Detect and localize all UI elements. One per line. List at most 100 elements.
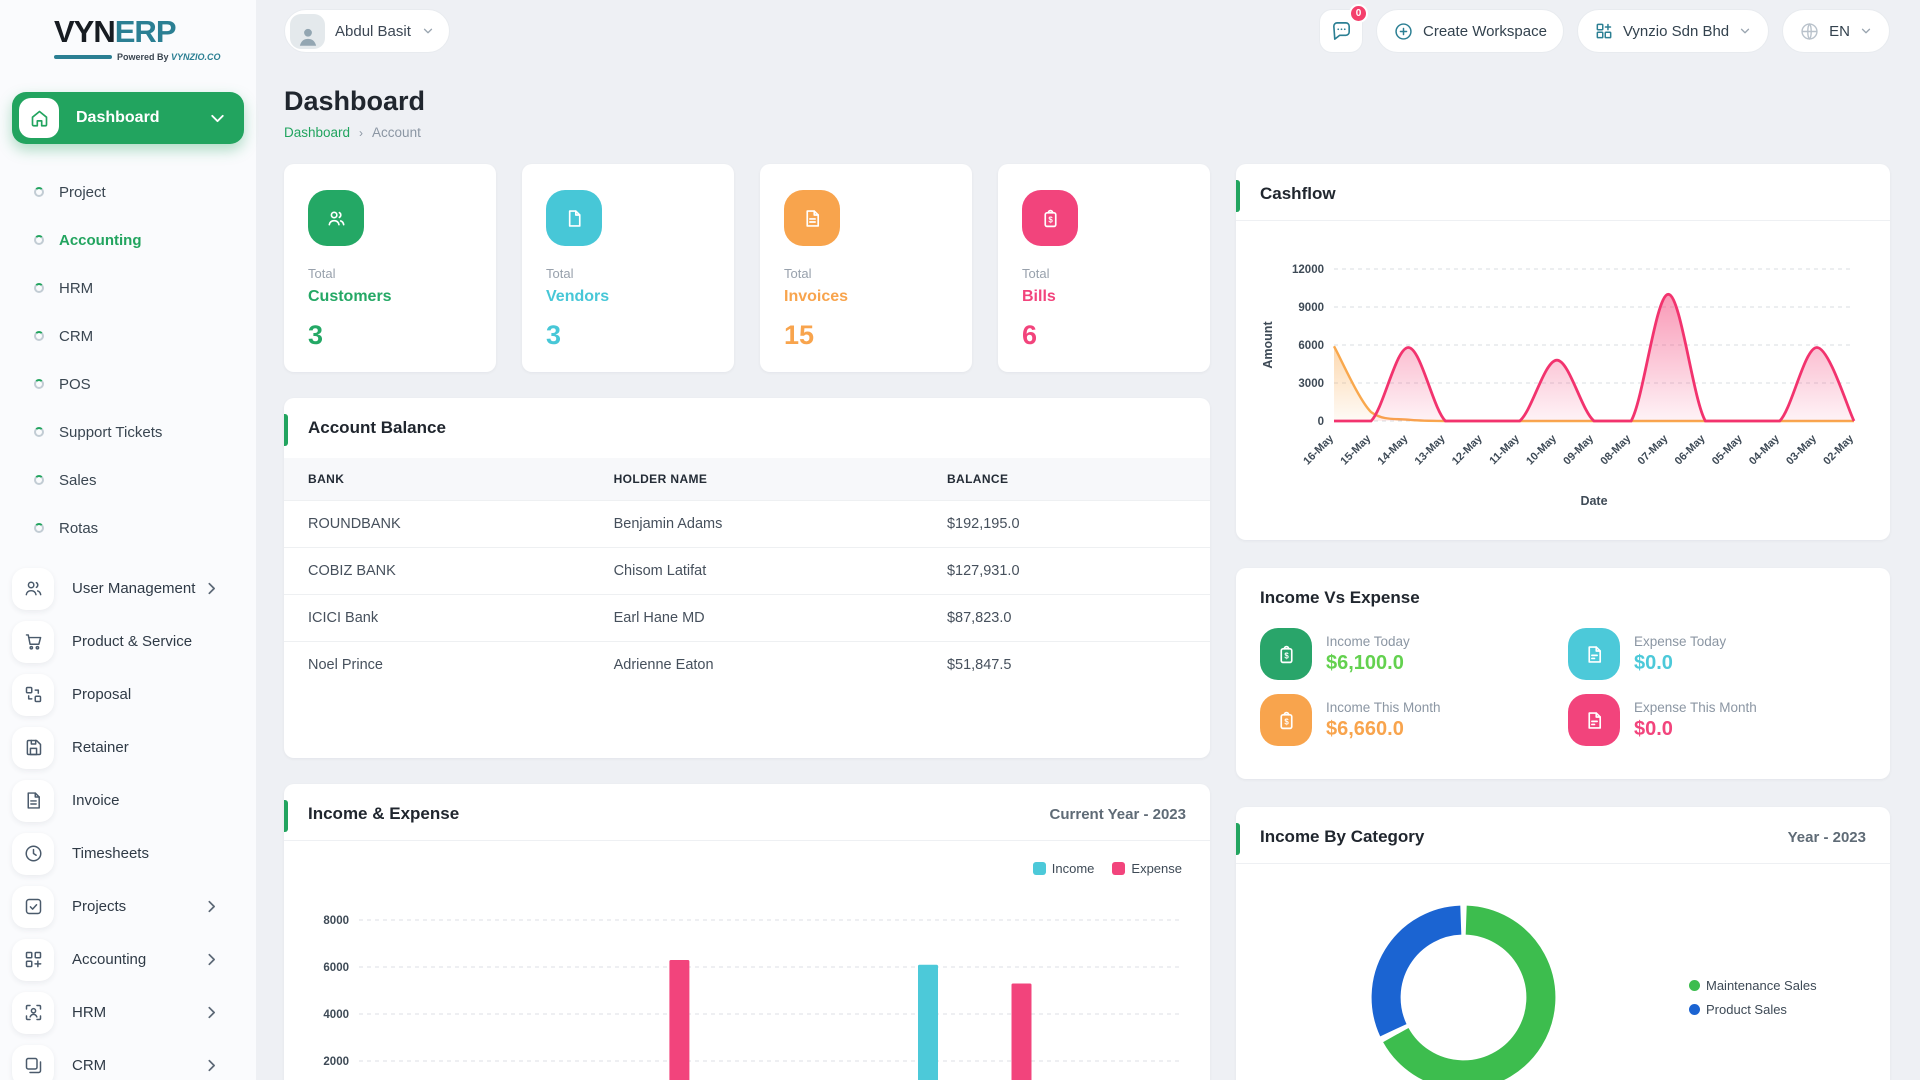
breadcrumb-dashboard-link[interactable]: Dashboard xyxy=(284,125,350,140)
column-header: BANK xyxy=(308,472,345,486)
svg-text:Date: Date xyxy=(1580,494,1607,508)
sidebar-subitem-crm[interactable]: CRM xyxy=(0,312,256,360)
legend-label: Maintenance Sales xyxy=(1706,978,1817,993)
legend-item-income: Income xyxy=(1032,861,1094,876)
income-expense-bar-chart: 02000400060008000 xyxy=(323,915,1180,1080)
chevron-right-icon xyxy=(201,1055,222,1076)
sidebar-item-dashboard[interactable]: Dashboard xyxy=(12,92,244,144)
legend-swatch xyxy=(1112,862,1126,875)
column-header: BALANCE xyxy=(946,472,1009,486)
svg-text:05-May: 05-May xyxy=(1710,432,1745,467)
circle-plus-icon xyxy=(1393,21,1414,42)
income-vs-expense-panel: Income Vs Expense $ Income Today $6,100.… xyxy=(1236,568,1890,779)
sidebar-item-product-service[interactable]: Product & Service xyxy=(0,615,256,668)
cashflow-panel: Cashflow 0 3000 6000 9000 12000 16-May 15-May 1… xyxy=(1236,164,1890,540)
legend-label: Product Sales xyxy=(1706,1002,1787,1017)
sidebar-subitem-sales[interactable]: Sales xyxy=(0,456,256,504)
svg-text:4000: 4000 xyxy=(323,1009,349,1021)
stat-value: 3 xyxy=(308,320,324,350)
summary-tile-expense-this-month: Expense This Month $0.0 xyxy=(1568,694,1866,746)
breadcrumb-separator-icon: › xyxy=(359,125,364,140)
sidebar-subitem-pos[interactable]: POS xyxy=(0,360,256,408)
stat-value: 3 xyxy=(546,320,562,350)
stat-top-label: Total xyxy=(1022,266,1050,281)
cashflow-area-chart: 0 3000 6000 9000 12000 16-May 15-May 14-May 13-M… xyxy=(1261,264,1857,508)
home-icon xyxy=(19,98,59,138)
sidebar-item-projects[interactable]: Projects xyxy=(0,880,256,933)
expense-icon xyxy=(1568,694,1620,746)
workspace-selector[interactable]: Vynzio Sdn Bhd xyxy=(1576,9,1770,53)
chat-icon xyxy=(1330,20,1353,43)
sidebar-item-retainer[interactable]: Retainer xyxy=(0,721,256,774)
tile-label: Income Today xyxy=(1326,633,1410,649)
sidebar-item-proposal[interactable]: Proposal xyxy=(0,668,256,721)
income-expense-period: Current Year - 2023 xyxy=(1049,805,1186,823)
main-content: Dashboard Dashboard › Account Total Cust… xyxy=(284,86,1890,1080)
sidebar-subitem-label: Project xyxy=(59,183,106,201)
svg-text:6000: 6000 xyxy=(1298,340,1324,352)
chevron-right-icon xyxy=(201,578,222,599)
svg-text:11-May: 11-May xyxy=(1487,432,1522,467)
stat-value: 15 xyxy=(784,320,815,350)
sidebar-item-label: Dashboard xyxy=(76,109,160,126)
account-balance-table: BANK HOLDER NAME BALANCE ROUNDBANK Benjamin… xyxy=(284,458,1210,688)
sidebar-item-crm[interactable]: CRM xyxy=(0,1039,256,1080)
sidebar-item-invoice[interactable]: Invoice xyxy=(0,774,256,827)
legend-item-product-sales: Product Sales xyxy=(1689,1002,1817,1017)
language-selector[interactable]: EN xyxy=(1782,9,1890,53)
sidebar-item-hrm[interactable]: HRM xyxy=(0,986,256,1039)
sidebar-item-timesheets[interactable]: Timesheets xyxy=(0,827,256,880)
workspace-icon xyxy=(1594,21,1614,41)
sidebar-item-label: User Management xyxy=(72,580,196,597)
svg-text:12-May: 12-May xyxy=(1450,432,1485,467)
svg-text:10-May: 10-May xyxy=(1524,432,1559,467)
summary-tile-income-this-month: $ Income This Month $6,660.0 xyxy=(1260,694,1558,746)
user-menu[interactable]: Abdul Basit xyxy=(284,9,450,53)
svg-text:8000: 8000 xyxy=(323,915,349,927)
chevron-down-icon xyxy=(1738,24,1752,38)
tile-label: Income This Month xyxy=(1326,699,1441,715)
legend-dot xyxy=(1689,1004,1700,1015)
customers-icon xyxy=(308,190,364,246)
sidebar-item-user-management[interactable]: User Management xyxy=(0,562,256,615)
sidebar-item-label: Projects xyxy=(72,898,127,915)
column-header: HOLDER NAME xyxy=(613,472,708,486)
chevron-down-icon xyxy=(1859,24,1873,38)
sidebar-subitem-project[interactable]: Project xyxy=(0,168,256,216)
app-logo: VYNERP Powered By VYNZIO.CO xyxy=(0,0,256,62)
income-icon: $ xyxy=(1260,628,1312,680)
income-expense-panel: Income & Expense Current Year - 2023 Inc… xyxy=(284,784,1210,1080)
app-root: VYNERP Powered By VYNZIO.CO Dashboard Pr… xyxy=(0,0,1920,1080)
retainer-icon xyxy=(12,726,54,769)
sidebar-subitem-hrm[interactable]: HRM xyxy=(0,264,256,312)
sidebar-subitem-accounting[interactable]: Accounting xyxy=(0,216,256,264)
svg-text:$: $ xyxy=(1284,717,1289,726)
create-workspace-button[interactable]: Create Workspace xyxy=(1376,9,1564,53)
svg-text:07-May: 07-May xyxy=(1636,432,1671,467)
chat-button[interactable]: 0 xyxy=(1319,4,1369,53)
svg-text:03-May: 03-May xyxy=(1784,432,1819,467)
clock-icon xyxy=(12,832,54,875)
income-by-category-title: Income By Category xyxy=(1260,827,1425,846)
sidebar-item-accounting[interactable]: Accounting xyxy=(0,933,256,986)
sidebar-subitem-support-tickets[interactable]: Support Tickets xyxy=(0,408,256,456)
table-row: Noel Prince Adrienne Eaton $51,847.5 xyxy=(284,641,1210,688)
bank-cell: ICICI Bank xyxy=(284,594,590,642)
income-icon: $ xyxy=(1260,694,1312,746)
logo-text-primary: VYN xyxy=(54,14,116,49)
holder-name-cell: Benjamin Adams xyxy=(589,500,923,548)
tile-label: Expense Today xyxy=(1634,633,1727,649)
bar-chart-legend: Income Expense xyxy=(284,841,1210,876)
svg-text:06-May: 06-May xyxy=(1673,432,1708,467)
chevron-right-icon xyxy=(201,949,222,970)
stat-top-label: Total xyxy=(308,266,336,281)
stat-label: Bills xyxy=(1022,288,1056,305)
tile-value: $0.0 xyxy=(1634,651,1673,674)
sidebar-subitem-rotas[interactable]: Rotas xyxy=(0,504,256,552)
bills-icon: $ xyxy=(1022,190,1078,246)
stat-card-vendors: Total Vendors 3 xyxy=(522,164,734,372)
bullet-icon xyxy=(34,523,44,533)
sidebar-item-label: Timesheets xyxy=(72,845,149,862)
bank-cell: ROUNDBANK xyxy=(284,500,590,548)
stat-value: 6 xyxy=(1022,320,1038,350)
